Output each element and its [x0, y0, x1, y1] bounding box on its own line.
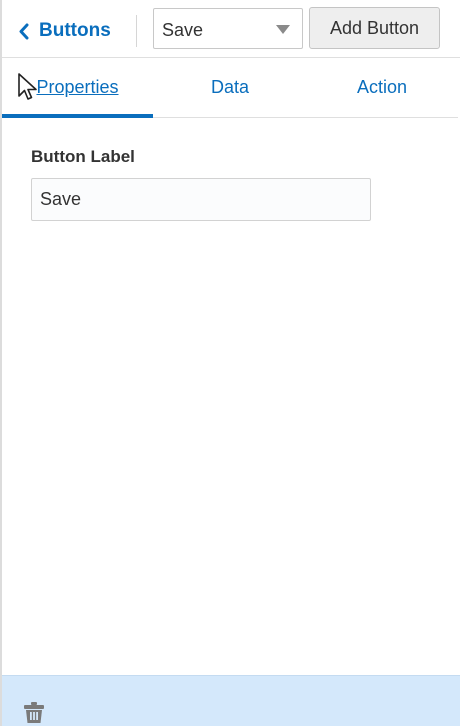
button-select[interactable]: Save [153, 8, 303, 49]
tab-data-label: Data [210, 77, 250, 97]
tab-action[interactable]: Action [306, 58, 458, 117]
back-to-buttons-link[interactable]: Buttons [18, 20, 111, 42]
trash-icon[interactable] [23, 701, 45, 723]
header-divider [136, 15, 137, 47]
tab-bar: Properties Data Action [2, 58, 458, 118]
tab-properties[interactable]: Properties [2, 58, 153, 118]
button-select-value: Save [162, 20, 204, 40]
tab-properties-label: Properties [36, 77, 119, 97]
button-label-input[interactable] [31, 178, 371, 221]
button-label-heading: Button Label [31, 147, 135, 166]
tab-action-label: Action [356, 77, 408, 97]
chevron-left-icon [19, 23, 29, 39]
panel-footer [2, 675, 460, 726]
panel-header: Buttons Save Add Button [2, 0, 460, 58]
back-link-label: Buttons [39, 20, 111, 41]
add-button[interactable]: Add Button [309, 7, 440, 49]
buttons-panel: Buttons Save Add Button Properties Data … [0, 0, 460, 726]
tab-data[interactable]: Data [154, 58, 306, 117]
caret-down-icon [276, 25, 290, 34]
